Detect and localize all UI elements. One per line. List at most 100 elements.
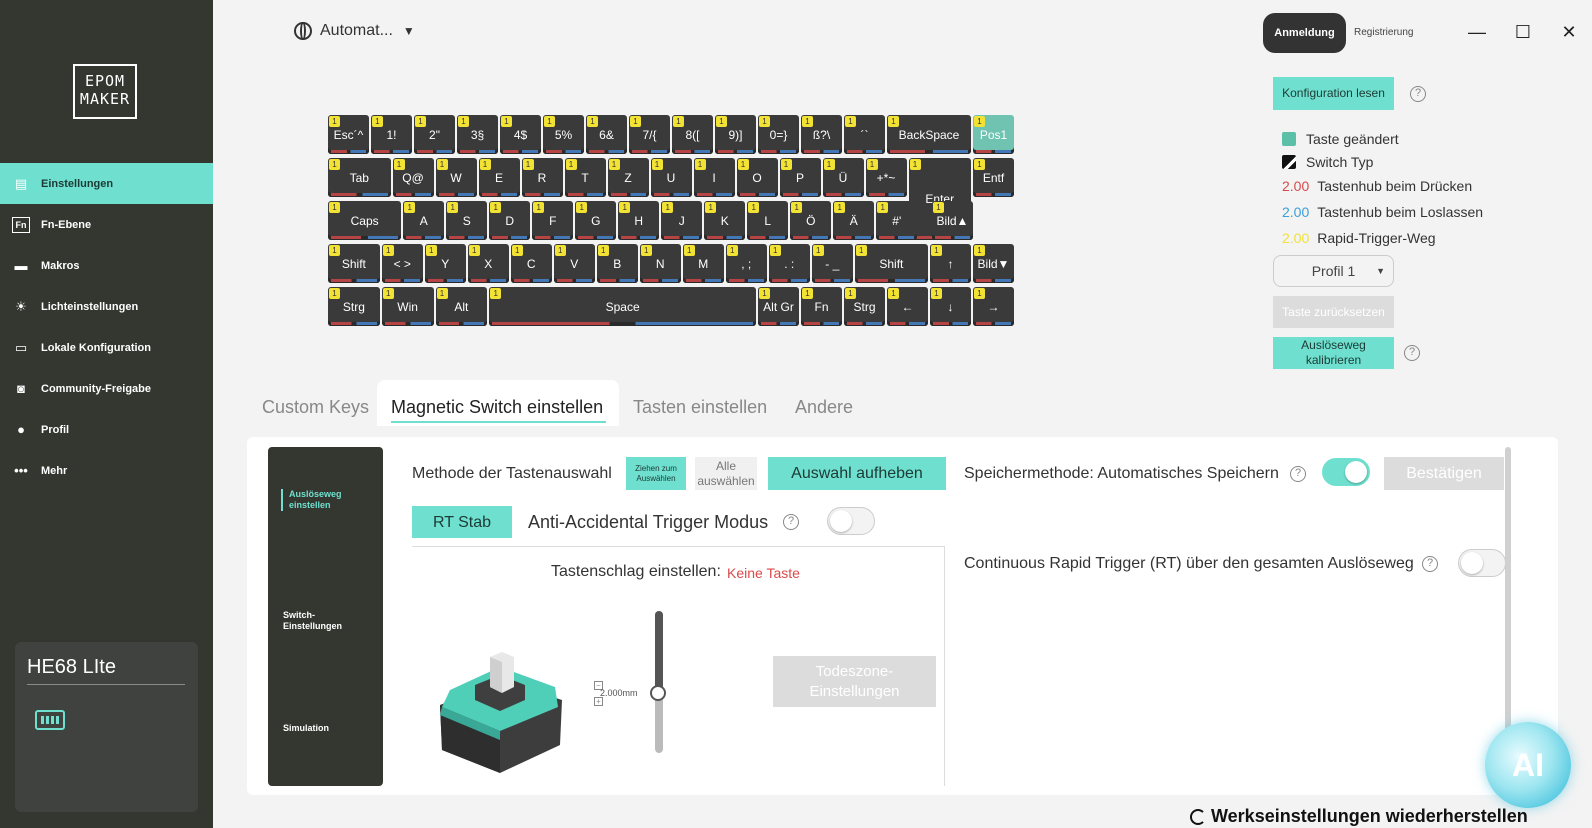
continuous-rt-toggle[interactable] — [1458, 549, 1506, 577]
key-4[interactable]: 1 4$ — [500, 115, 541, 154]
login-button[interactable]: Anmeldung — [1263, 13, 1346, 53]
key-l[interactable]: 1L — [747, 201, 789, 240]
key-fn[interactable]: 1 Fn — [801, 287, 842, 326]
increase-icon[interactable]: + — [594, 697, 603, 706]
key-t[interactable]: 1T — [564, 158, 606, 197]
key-caps[interactable]: 1 Caps — [328, 201, 402, 240]
key-p[interactable]: 1P — [779, 158, 821, 197]
key-0[interactable]: 1 0=} — [758, 115, 799, 154]
key-d[interactable]: 1D — [489, 201, 531, 240]
tab-tasten-einstellen[interactable]: Tasten einstellen — [633, 397, 767, 418]
key-backspace[interactable]: 1 BackSpace — [887, 115, 971, 154]
help-icon[interactable]: ? — [1404, 345, 1420, 361]
sidebar-item-einstellungen[interactable]: ▤ Einstellungen — [0, 163, 213, 204]
key-ß[interactable]: 1 ß?\ — [801, 115, 842, 154]
register-link[interactable]: Registrierung — [1354, 27, 1413, 38]
key-m[interactable]: 1M — [682, 244, 724, 283]
key-space[interactable]: 1 Space — [489, 287, 756, 326]
subnav-switch-einstellungen[interactable]: Switch- Einstellungen — [283, 610, 373, 632]
sidebar-item-lokale-konfiguration[interactable]: ▭ Lokale Konfiguration — [0, 327, 213, 368]
key-5[interactable]: 1 5% — [543, 115, 584, 154]
key-alt[interactable]: 1 Alt — [435, 287, 488, 326]
key-j[interactable]: 1J — [661, 201, 703, 240]
auto-save-toggle[interactable] — [1322, 458, 1370, 486]
key-b[interactable]: 1B — [596, 244, 638, 283]
key-altgr[interactable]: 1 Alt Gr — [758, 287, 799, 326]
key-ö[interactable]: 1Ö — [790, 201, 832, 240]
key-u[interactable]: 1U — [650, 158, 692, 197]
key-h[interactable]: 1H — [618, 201, 660, 240]
sidebar-item-fn-ebene[interactable]: Fn Fn-Ebene — [0, 204, 213, 245]
scrollbar[interactable] — [1505, 447, 1511, 767]
subnav-simulation[interactable]: Simulation — [283, 723, 373, 734]
key-bild[interactable]: 1 Bild▼ — [973, 244, 1014, 283]
key-strg[interactable]: 1 Strg — [844, 287, 885, 326]
rt-stab-button[interactable]: RT Stab — [412, 506, 512, 538]
deadzone-button[interactable]: Todeszone-Einstellungen — [773, 656, 936, 707]
ai-assistant-button[interactable]: AI — [1485, 722, 1571, 808]
minimize-icon[interactable]: — — [1467, 22, 1487, 43]
travel-slider-handle[interactable] — [650, 685, 666, 701]
tab-andere[interactable]: Andere — [795, 397, 853, 418]
key-entf[interactable]: 1 Entf — [973, 158, 1014, 197]
key-[interactable]: 1, ; — [725, 244, 767, 283]
profile-select[interactable]: Profil 1 ▼ — [1273, 255, 1394, 287]
key-z[interactable]: 1Z — [607, 158, 649, 197]
key-a[interactable]: 1A — [403, 201, 445, 240]
key-s[interactable]: 1S — [446, 201, 488, 240]
select-all-button[interactable]: Alle auswählen — [695, 457, 757, 490]
key-9[interactable]: 1 9)] — [715, 115, 756, 154]
calibrate-button[interactable]: Auslöseweg kalibrieren — [1273, 337, 1394, 369]
key-r[interactable]: 1R — [521, 158, 563, 197]
key-ä[interactable]: 1Ä — [833, 201, 875, 240]
key-win[interactable]: 1 Win — [381, 287, 434, 326]
key-w[interactable]: 1W — [435, 158, 477, 197]
tab-magnetic-switch[interactable]: Magnetic Switch einstellen — [391, 397, 603, 418]
key-g[interactable]: 1G — [575, 201, 617, 240]
read-config-button[interactable]: Konfiguration lesen — [1273, 77, 1394, 110]
device-card[interactable]: HE68 LIte — [15, 642, 198, 812]
key-f[interactable]: 1F — [532, 201, 574, 240]
key-y[interactable]: 1Y — [424, 244, 466, 283]
key-bild[interactable]: 1 Bild▲ — [932, 201, 973, 240]
key-q[interactable]: 1 Q@ — [392, 158, 434, 197]
key-x[interactable]: 1X — [467, 244, 509, 283]
key-k[interactable]: 1K — [704, 201, 746, 240]
key-e[interactable]: 1E — [478, 158, 520, 197]
key-7[interactable]: 1 7/{ — [629, 115, 670, 154]
key-[interactable]: 1 ← — [887, 287, 928, 326]
tab-custom-keys[interactable]: Custom Keys — [262, 397, 369, 418]
key-c[interactable]: 1C — [510, 244, 552, 283]
confirm-button[interactable]: Bestätigen — [1384, 457, 1504, 490]
maximize-icon[interactable]: ☐ — [1513, 22, 1533, 43]
key-v[interactable]: 1V — [553, 244, 595, 283]
key-shift[interactable]: 1 Shift — [854, 244, 928, 283]
key-[interactable]: 1 ↑ — [930, 244, 971, 283]
deselect-button[interactable]: Auswahl aufheben — [768, 457, 946, 490]
key-[interactable]: 1 ↓ — [930, 287, 971, 326]
help-icon[interactable]: ? — [1410, 86, 1426, 102]
key-i[interactable]: 1I — [693, 158, 735, 197]
sidebar-item-mehr[interactable]: ••• Mehr — [0, 450, 213, 491]
subnav-ausloeseweg[interactable]: Auslöseweg einstellen — [281, 489, 371, 511]
key-6[interactable]: 1 6& — [586, 115, 627, 154]
drag-select-button[interactable]: Ziehen zum Auswählen — [626, 457, 686, 490]
key-8[interactable]: 1 8([ — [672, 115, 713, 154]
key-[interactable]: 1 ´` — [844, 115, 885, 154]
key-pos1[interactable]: 1 Pos1 — [973, 115, 1014, 154]
key-[interactable]: 1 #' — [876, 201, 918, 240]
close-icon[interactable]: ✕ — [1559, 22, 1579, 43]
key-[interactable]: 1. : — [768, 244, 810, 283]
key-strg[interactable]: 1 Strg — [328, 287, 380, 326]
language-select[interactable]: Automat... ▼ — [294, 22, 415, 40]
key-[interactable]: 1 < > — [381, 244, 423, 283]
sidebar-item-community-freigabe[interactable]: ◙ Community-Freigabe — [0, 368, 213, 409]
key-3[interactable]: 1 3§ — [457, 115, 498, 154]
key-[interactable]: 1- _ — [811, 244, 853, 283]
key-tab[interactable]: 1 Tab — [328, 158, 391, 197]
key-shift[interactable]: 1 Shift — [328, 244, 380, 283]
sidebar-item-makros[interactable]: ▬ Makros — [0, 245, 213, 286]
help-icon[interactable]: ? — [1422, 556, 1438, 572]
help-icon[interactable]: ? — [783, 514, 799, 530]
sidebar-item-lichteinstellungen[interactable]: ☀ Lichteinstellungen — [0, 286, 213, 327]
